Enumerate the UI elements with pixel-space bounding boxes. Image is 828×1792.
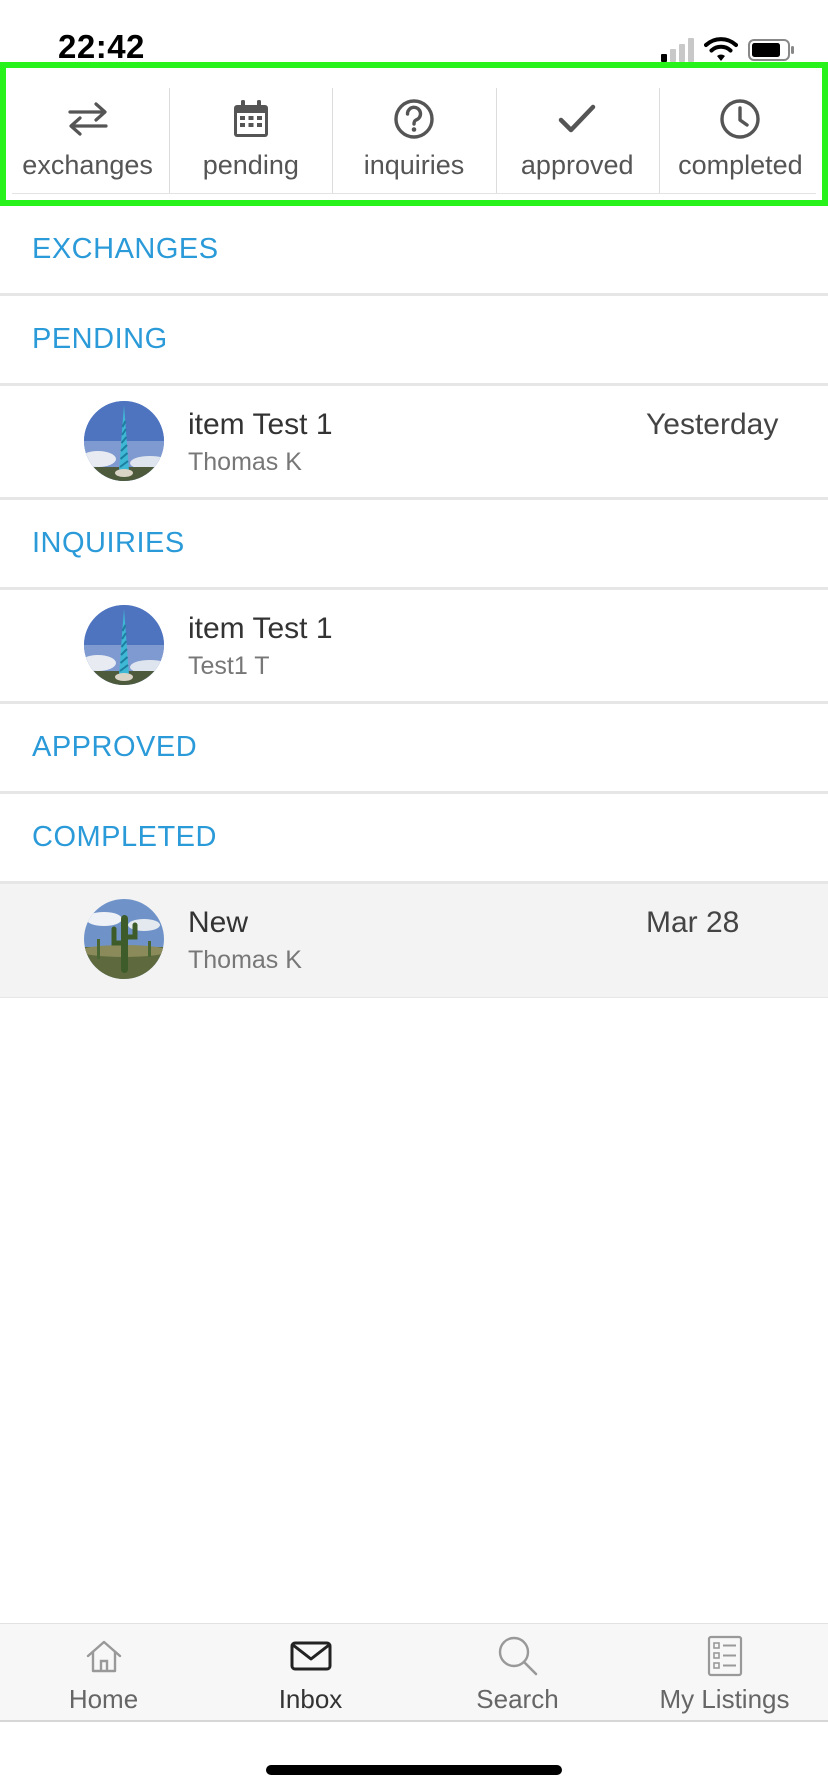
- wifi-icon: [704, 37, 738, 61]
- item-title: item Test 1: [188, 612, 333, 645]
- tab-label: inquiries: [363, 149, 465, 180]
- status-bar: 22:42: [0, 0, 828, 66]
- tab-pending[interactable]: pending: [169, 68, 332, 200]
- tab-divider: [12, 193, 816, 194]
- nav-label: Inbox: [278, 1684, 343, 1714]
- nav-inbox[interactable]: Inbox: [207, 1624, 414, 1720]
- listings-icon: [703, 1634, 747, 1678]
- section-header-completed[interactable]: COMPLETED: [0, 794, 828, 884]
- question-circle-icon: [391, 96, 437, 142]
- home-indicator[interactable]: [266, 1765, 562, 1775]
- battery-icon: [748, 39, 794, 61]
- item-title: item Test 1: [188, 408, 333, 441]
- tab-inquiries[interactable]: inquiries: [332, 68, 495, 200]
- tab-label: completed: [678, 149, 803, 180]
- item-title: New: [188, 906, 249, 939]
- status-icons: [661, 36, 796, 62]
- nav-label: Home: [68, 1684, 139, 1714]
- section-header-exchanges[interactable]: EXCHANGES: [0, 206, 828, 296]
- inbox-list: EXCHANGES PENDING item Test 1 Thomas K Y…: [0, 206, 828, 998]
- envelope-icon: [289, 1634, 333, 1678]
- nav-label: My Listings: [659, 1684, 790, 1714]
- section-header-pending[interactable]: PENDING: [0, 296, 828, 386]
- item-thumbnail: [84, 605, 164, 685]
- cellular-signal-icon: [661, 36, 694, 62]
- list-item[interactable]: New Thomas K Mar 28: [0, 884, 828, 998]
- nav-my-listings[interactable]: My Listings: [621, 1624, 828, 1720]
- checkmark-icon: [554, 96, 600, 142]
- item-thumbnail: [84, 899, 164, 979]
- search-icon: [496, 1634, 540, 1678]
- clock-icon: [717, 96, 763, 142]
- list-item[interactable]: item Test 1 Test1 T: [0, 590, 828, 704]
- bottom-tab-bar: Home Inbox Search My Listings: [0, 1623, 828, 1722]
- calendar-icon: [228, 96, 274, 142]
- item-subtitle: Thomas K: [188, 448, 302, 476]
- nav-search[interactable]: Search: [414, 1624, 621, 1720]
- home-icon: [82, 1634, 126, 1678]
- item-subtitle: Test1 T: [188, 652, 270, 680]
- tab-label: exchanges: [22, 149, 153, 180]
- item-subtitle: Thomas K: [188, 946, 302, 974]
- tab-completed[interactable]: completed: [658, 68, 822, 200]
- item-thumbnail: [84, 401, 164, 481]
- section-header-inquiries[interactable]: INQUIRIES: [0, 500, 828, 590]
- tab-label: approved: [520, 149, 634, 180]
- tab-label: pending: [202, 149, 299, 180]
- section-header-approved[interactable]: APPROVED: [0, 704, 828, 794]
- item-date: Yesterday: [646, 408, 779, 441]
- list-item[interactable]: item Test 1 Thomas K Yesterday: [0, 386, 828, 500]
- status-time: 22:42: [58, 28, 145, 65]
- tab-approved[interactable]: approved: [495, 68, 659, 200]
- nav-label: Search: [476, 1684, 559, 1714]
- tab-exchanges[interactable]: exchanges: [6, 68, 169, 200]
- nav-home[interactable]: Home: [0, 1624, 207, 1720]
- exchange-arrows-icon: [65, 96, 111, 142]
- item-date: Mar 28: [646, 906, 740, 939]
- top-tab-bar: exchanges pending inquiries approved com…: [0, 62, 828, 206]
